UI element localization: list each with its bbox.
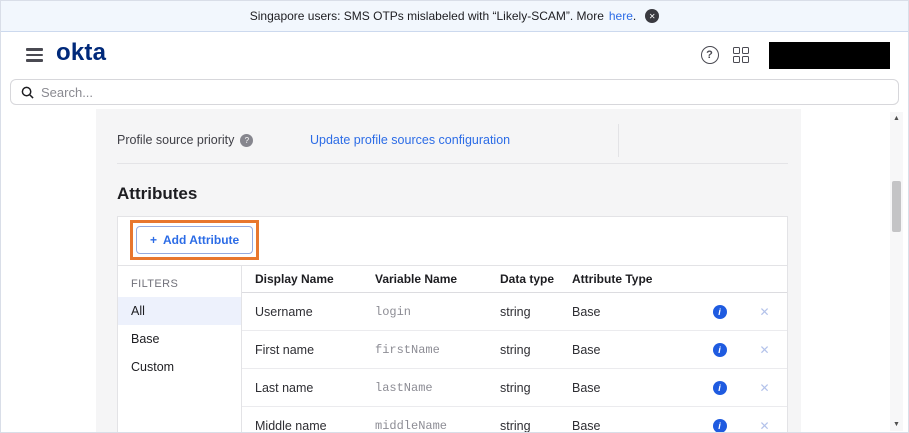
banner-close-icon[interactable]: ✕	[645, 9, 659, 23]
notification-banner: Singapore users: SMS OTPs mislabeled wit…	[1, 1, 908, 32]
cell-display-name: Username	[255, 305, 375, 319]
filter-item-all[interactable]: All	[118, 297, 241, 325]
add-attribute-button[interactable]: + Add Attribute	[136, 226, 253, 254]
table-row: Middle namemiddleNamestringBase i ✕	[242, 407, 787, 433]
search-row	[1, 78, 908, 109]
table-row: UsernameloginstringBase i ✕	[242, 293, 787, 331]
remove-attribute-icon[interactable]: ✕	[759, 381, 769, 395]
okta-admin-window: Singapore users: SMS OTPs mislabeled wit…	[0, 0, 909, 433]
update-profile-sources-link[interactable]: Update profile sources configuration	[310, 133, 510, 147]
hamburger-menu-icon[interactable]	[26, 48, 43, 62]
cell-display-name: Middle name	[255, 419, 375, 433]
cell-display-name: Last name	[255, 381, 375, 395]
add-attribute-label: Add Attribute	[163, 233, 239, 247]
plus-icon: +	[150, 233, 157, 247]
column-attribute-type: Attribute Type	[572, 272, 697, 286]
scroll-down-icon[interactable]: ▼	[893, 418, 900, 431]
cell-variable-name: lastName	[375, 381, 500, 395]
cell-data-type: string	[500, 381, 572, 395]
table-row: Last namelastNamestringBase i ✕	[242, 369, 787, 407]
scrollbar-thumb[interactable]	[892, 181, 901, 232]
column-display-name: Display Name	[255, 272, 375, 286]
okta-logo: okta	[56, 41, 106, 69]
cell-display-name: First name	[255, 343, 375, 357]
column-variable-name: Variable Name	[375, 272, 500, 286]
search-input[interactable]	[41, 85, 341, 100]
filter-item-base[interactable]: Base	[118, 325, 241, 353]
remove-attribute-icon[interactable]: ✕	[759, 419, 769, 433]
remove-attribute-icon[interactable]: ✕	[759, 305, 769, 319]
cell-variable-name: login	[375, 305, 500, 319]
section-divider	[117, 163, 788, 164]
cell-attribute-type: Base	[572, 305, 697, 319]
attributes-card: + Add Attribute FILTERS AllBaseCustom Di…	[117, 216, 788, 433]
info-icon[interactable]: i	[713, 381, 727, 395]
info-icon[interactable]: i	[713, 343, 727, 357]
profile-editor-panel: Profile source priority ? Update profile…	[96, 109, 801, 433]
filter-item-custom[interactable]: Custom	[118, 353, 241, 381]
remove-attribute-icon[interactable]: ✕	[759, 343, 769, 357]
vertical-scrollbar[interactable]: ▲ ▼	[890, 112, 903, 431]
info-icon[interactable]: i	[713, 419, 727, 433]
redacted-account-info	[769, 42, 890, 69]
column-data-type: Data type	[500, 272, 572, 286]
cell-variable-name: middleName	[375, 419, 500, 433]
banner-text-after: .	[633, 9, 636, 23]
attributes-table: Display Name Variable Name Data type Att…	[241, 266, 787, 433]
profile-source-row: Profile source priority ? Update profile…	[117, 117, 788, 163]
filters-title: FILTERS	[118, 270, 241, 297]
attributes-heading: Attributes	[117, 184, 788, 204]
table-body: UsernameloginstringBasei✕First namefirst…	[242, 293, 787, 433]
help-icon[interactable]: ?	[701, 46, 719, 64]
vertical-divider	[618, 124, 619, 157]
scroll-up-icon[interactable]: ▲	[893, 112, 900, 125]
filters-list: AllBaseCustom	[118, 297, 241, 381]
table-row: First namefirstNamestringBase i ✕	[242, 331, 787, 369]
search-icon	[21, 86, 34, 99]
cell-data-type: string	[500, 305, 572, 319]
filters-sidebar: FILTERS AllBaseCustom	[118, 266, 241, 433]
cell-variable-name: firstName	[375, 343, 500, 357]
banner-text: Singapore users: SMS OTPs mislabeled wit…	[250, 9, 604, 23]
content-viewport: Profile source priority ? Update profile…	[1, 109, 908, 433]
search-box[interactable]	[10, 79, 899, 105]
cell-attribute-type: Base	[572, 419, 697, 433]
cell-data-type: string	[500, 343, 572, 357]
cell-attribute-type: Base	[572, 343, 697, 357]
app-header: okta ?	[1, 32, 908, 78]
profile-source-hint-icon[interactable]: ?	[240, 134, 253, 147]
cell-data-type: string	[500, 419, 572, 433]
info-icon[interactable]: i	[713, 305, 727, 319]
banner-here-link[interactable]: here	[609, 9, 633, 23]
apps-grid-icon[interactable]	[733, 47, 750, 64]
cell-attribute-type: Base	[572, 381, 697, 395]
highlight-annotation: + Add Attribute	[130, 220, 259, 260]
table-header-row: Display Name Variable Name Data type Att…	[242, 266, 787, 293]
profile-source-label: Profile source priority	[117, 133, 234, 147]
